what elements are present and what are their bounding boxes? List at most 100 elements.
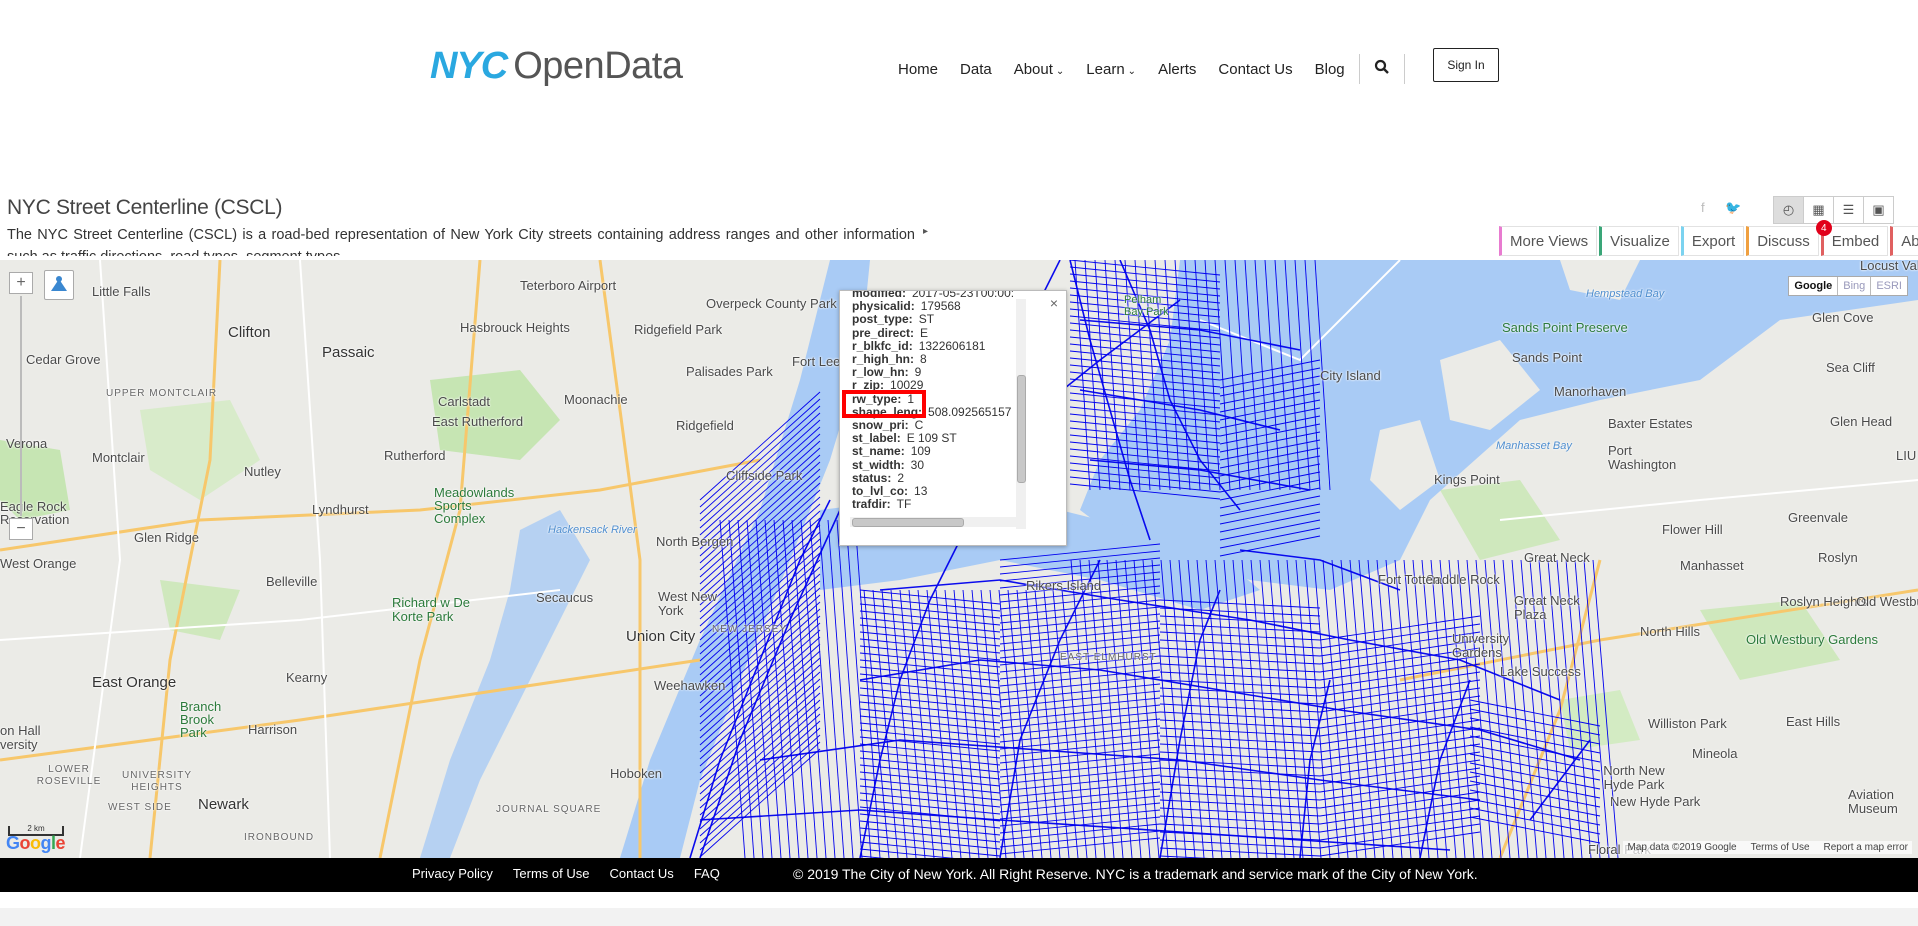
map-label: Cliffside Park xyxy=(726,468,803,483)
map-label: Nutley xyxy=(244,464,281,479)
tab-embed[interactable]: 4 Embed xyxy=(1815,220,1889,256)
nav-home[interactable]: Home xyxy=(898,61,938,78)
map-label: Branch Brook Park xyxy=(180,699,222,740)
list-view-icon[interactable]: ☰ xyxy=(1833,196,1864,224)
map-label: Glen Head xyxy=(1830,414,1893,429)
map-label: Lake Success xyxy=(1500,664,1581,679)
nav-contact-us[interactable]: Contact Us xyxy=(1218,61,1292,78)
scroll-thumb[interactable] xyxy=(852,518,964,527)
map-label: Greenvale xyxy=(1788,510,1848,525)
map-label: Teterboro Airport xyxy=(520,278,617,293)
rw-type-highlight-box xyxy=(842,390,926,418)
nav-data[interactable]: Data xyxy=(960,61,992,78)
basemap-bing[interactable]: Bing xyxy=(1837,277,1870,295)
report-map-error-link[interactable]: Report a map error xyxy=(1824,842,1908,853)
map-label: West Orange xyxy=(0,556,77,571)
nav-learn[interactable]: Learn ⌄ xyxy=(1086,61,1136,78)
map-label: East Rutherford xyxy=(432,414,524,429)
attribute-key: post_type: xyxy=(852,312,913,327)
footer-faq-link[interactable]: FAQ xyxy=(694,866,720,881)
attribute-key: snow_pri: xyxy=(852,418,909,433)
map-label: UPPER MONTCLAIR xyxy=(106,388,218,399)
map-label: Locust Valley xyxy=(1860,260,1918,273)
footer-copyright: © 2019 The City of New York. All Right R… xyxy=(793,866,1478,882)
attribute-value: 109 xyxy=(910,444,931,459)
discuss-count-badge: 4 xyxy=(1815,220,1832,236)
zoom-slider[interactable] xyxy=(20,296,22,516)
map-label: Old Westbury Gardens xyxy=(1746,632,1878,647)
attribute-value: 508.092565157 xyxy=(928,404,1012,419)
search-icon[interactable] xyxy=(1374,59,1390,79)
map-label: North New Hyde Park xyxy=(1603,763,1665,792)
feature-info-popup[interactable]: × modified: 2017-05-23T00:00: physicalid: 1… xyxy=(839,290,1067,546)
map-label: Ridgefield xyxy=(676,418,734,433)
footer-terms-link[interactable]: Terms of Use xyxy=(513,866,590,881)
facebook-icon[interactable]: f xyxy=(1701,200,1705,215)
map-label: Carlstadt xyxy=(438,394,491,409)
map-label: Moonachie xyxy=(564,392,628,407)
tab-visualize[interactable]: Visualize xyxy=(1599,226,1679,256)
sign-in-button[interactable]: Sign In xyxy=(1433,48,1499,82)
map-label: WEST SIDE xyxy=(108,802,172,813)
scroll-thumb[interactable] xyxy=(1017,375,1026,483)
map-label: Meadowlands Sports Complex xyxy=(434,485,515,526)
attribute-key: st_width: xyxy=(852,457,905,472)
footer-privacy-policy-link[interactable]: Privacy Policy xyxy=(412,866,493,881)
basemap-google[interactable]: Google xyxy=(1789,277,1837,295)
attribute-value: 13 xyxy=(914,484,928,499)
zoom-out-button[interactable]: − xyxy=(9,518,33,540)
attribute-value: E xyxy=(920,325,929,340)
map-label: Roslyn Heights xyxy=(1780,594,1868,609)
attribute-key: r_blkfc_id: xyxy=(852,338,913,353)
close-icon[interactable]: × xyxy=(1050,295,1058,311)
map-data-credit: Map data ©2019 Google xyxy=(1627,842,1737,853)
page-view-icon[interactable]: ▣ xyxy=(1863,196,1894,224)
map-label: Fort Lee xyxy=(792,354,841,369)
attribute-value: ST xyxy=(918,312,935,327)
basemap-esri[interactable]: ESRI xyxy=(1870,277,1907,295)
map-label: Union City xyxy=(626,628,696,645)
tab-export[interactable]: Export xyxy=(1680,226,1745,256)
nav-divider xyxy=(1403,54,1405,84)
map-label: Port Washington xyxy=(1608,443,1677,472)
attribute-key: status: xyxy=(852,470,892,485)
basemap-switcher: Google Bing ESRI xyxy=(1788,276,1908,296)
zoom-control: + − xyxy=(9,272,33,540)
attribute-value: C xyxy=(914,418,924,433)
nav-blog[interactable]: Blog xyxy=(1315,61,1345,78)
map-terms-link[interactable]: Terms of Use xyxy=(1751,842,1810,853)
nav-alerts[interactable]: Alerts xyxy=(1158,61,1196,78)
map-label: University Gardens xyxy=(1452,631,1510,660)
tab-discuss[interactable]: Discuss xyxy=(1746,226,1819,256)
attribute-value: 2 xyxy=(897,470,905,485)
nyc-opendata-logo[interactable]: NYC OpenData xyxy=(430,44,683,87)
map-label: Clifton xyxy=(228,324,271,341)
attribute-value: 9 xyxy=(914,365,922,380)
nav-learn-label: Learn xyxy=(1086,60,1125,78)
map-label: Sea Cliff xyxy=(1826,360,1875,375)
map-label: Hasbrouck Heights xyxy=(460,320,570,335)
map-label: Great Neck Plaza xyxy=(1514,593,1580,622)
zoom-in-button[interactable]: + xyxy=(9,272,33,294)
popup-horizontal-scrollbar[interactable] xyxy=(850,517,1016,527)
map-label: Little Falls xyxy=(92,284,151,299)
grid-view-icon[interactable]: ▦ xyxy=(1803,196,1834,224)
twitter-icon[interactable]: 🐦 xyxy=(1725,200,1741,216)
recent-views-icon[interactable]: ◴ xyxy=(1773,196,1804,224)
popup-vertical-scrollbar[interactable] xyxy=(1016,299,1026,529)
tab-about[interactable]: About xyxy=(1890,226,1918,256)
tab-embed-label: Embed xyxy=(1831,232,1880,250)
nav-about[interactable]: About ⌄ xyxy=(1014,61,1065,78)
map-label: on Hall versity xyxy=(0,723,41,752)
street-view-icon[interactable] xyxy=(44,270,74,300)
logo-opendata-text: OpenData xyxy=(513,44,683,87)
tab-more-views[interactable]: More Views xyxy=(1499,226,1598,256)
map-label: North Bergen xyxy=(656,534,734,549)
attribute-value: 30 xyxy=(910,457,925,472)
map-label: JOURNAL SQUARE xyxy=(496,804,602,815)
footer-contact-link[interactable]: Contact Us xyxy=(610,866,674,881)
page-bottom-strip xyxy=(0,908,1918,926)
map-label: Roslyn xyxy=(1818,550,1858,565)
expand-description-icon[interactable]: ▸ xyxy=(923,226,928,237)
attribute-value: 8 xyxy=(920,352,927,367)
